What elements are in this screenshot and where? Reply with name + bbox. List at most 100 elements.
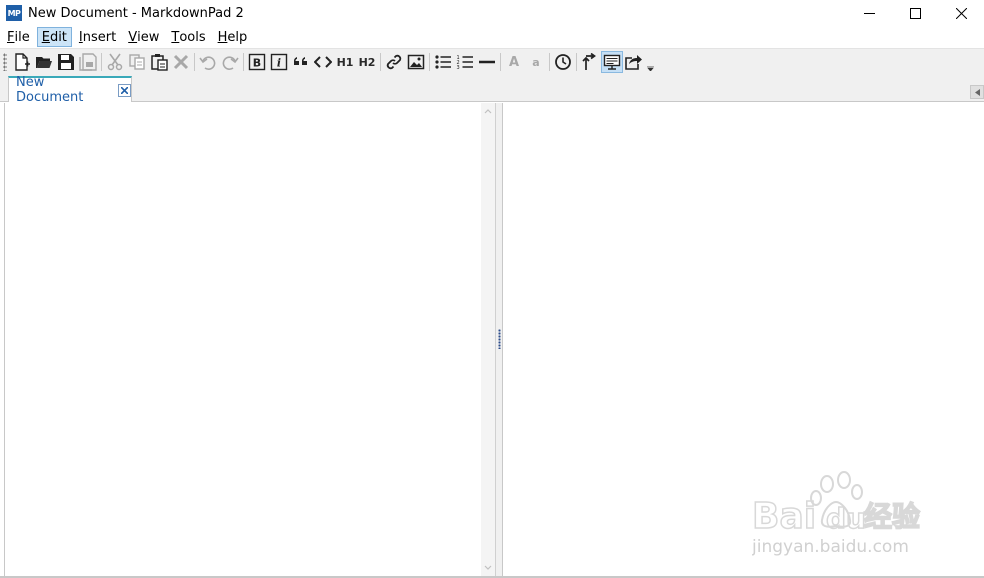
tab-scroll-button[interactable] [970,85,984,99]
heading1-button[interactable]: H1 [334,51,356,73]
menu-file-accelerator: F [7,29,15,45]
editor-scrollbar[interactable] [481,103,495,576]
bullet-list-icon [435,55,451,69]
menu-edit-label: dit [49,29,67,45]
timestamp-button[interactable] [552,51,574,73]
toolbar: B i H1 H2 123 A a [0,48,984,75]
splitter-grip[interactable] [498,329,501,349]
menu-view-accelerator: V [128,29,138,45]
toolbar-separator [576,53,577,71]
numbered-list-icon: 123 [457,55,473,71]
pane-splitter[interactable] [495,103,503,576]
save-all-icon [79,53,97,71]
toolbar-separator [500,53,501,71]
clock-icon [555,54,571,70]
hyperlink-button[interactable] [383,51,405,73]
document-tab-strip: New Document [0,75,984,105]
undo-icon [199,56,216,70]
app-logo-icon[interactable]: MP [6,5,22,21]
live-preview-button[interactable] [601,51,623,73]
copy-button[interactable] [126,51,148,73]
menu-file-label: ile [14,29,30,45]
folder-open-icon [36,57,52,68]
preview-icon [603,54,621,70]
watermark-url: jingyan.baidu.com [752,537,909,557]
delete-button[interactable] [170,51,192,73]
menu-edit-accelerator: E [41,29,50,45]
decrease-font-button[interactable]: a [525,51,547,73]
new-document-icon [15,53,30,71]
heading2-label: H2 [358,55,376,69]
toolbar-separator [243,53,244,71]
menu-tools-label: ools [179,29,206,45]
toolbar-separator [549,53,550,71]
cut-button[interactable] [104,51,126,73]
horizontal-rule-button[interactable] [476,51,498,73]
menu-tools-accelerator: T [171,29,180,45]
window-title: New Document - MarkdownPad 2 [28,5,244,21]
watermark-brand-suffix: du [826,502,866,535]
toolbar-overflow-button[interactable] [645,51,655,73]
menu-help[interactable]: Help [213,27,253,47]
quote-icon [294,57,307,65]
svg-text:3: 3 [457,65,460,71]
toolbar-separator [101,53,102,71]
decrease-font-label: a [532,55,540,69]
close-icon [121,86,129,94]
maximize-button[interactable] [892,0,938,26]
heading2-button[interactable]: H2 [356,51,378,73]
tab-close-button[interactable] [118,83,131,97]
increase-font-button[interactable]: A [503,51,525,73]
svg-text:B: B [253,57,261,70]
watermark-cn: 经验 [864,500,920,533]
bold-button[interactable]: B [246,51,268,73]
copy-icon [129,54,145,70]
tab-new-document[interactable]: New Document [8,75,132,105]
menu-view[interactable]: View [123,27,164,47]
toolbar-separator [429,53,430,71]
menu-tools[interactable]: Tools [166,27,210,47]
scroll-down-icon[interactable] [484,564,492,572]
image-button[interactable] [405,51,427,73]
code-brackets-icon [314,56,332,68]
new-document-button[interactable] [11,51,33,73]
bold-icon: B [248,53,266,71]
maximize-icon [909,7,921,19]
save-all-button[interactable] [77,51,99,73]
close-window-button[interactable] [938,0,984,26]
menu-insert[interactable]: Insert [74,27,121,47]
watermark-brand: Bai [752,496,816,537]
toolbar-grip[interactable] [3,53,7,71]
paste-button[interactable] [148,51,170,73]
scissors-icon [107,53,123,71]
tab-label: New Document [16,75,84,105]
minimize-button[interactable] [846,0,892,26]
image-icon [407,54,425,70]
unordered-list-button[interactable] [432,51,454,73]
heading1-label: H1 [336,55,354,69]
menu-help-label: elp [227,29,248,45]
scroll-up-icon[interactable] [484,107,492,115]
increase-font-label: A [508,54,520,70]
markdown-editor[interactable] [4,103,481,576]
italic-icon: i [270,53,288,71]
redo-button[interactable] [219,51,241,73]
italic-button[interactable]: i [268,51,290,73]
export-button[interactable] [623,51,645,73]
menu-file[interactable]: File [2,27,35,47]
chevron-left-icon [974,88,980,96]
menu-bar: File Edit Insert View Tools Help [0,26,984,48]
save-button[interactable] [55,51,77,73]
sync-scroll-button[interactable] [579,51,601,73]
toolbar-separator [194,53,195,71]
menu-edit[interactable]: Edit [36,27,72,47]
export-icon [625,55,642,70]
ordered-list-button[interactable]: 123 [454,51,476,73]
code-button[interactable] [312,51,334,73]
window-controls [846,0,984,26]
minimize-icon [863,12,875,14]
undo-button[interactable] [197,51,219,73]
close-icon [955,7,967,19]
open-button[interactable] [33,51,55,73]
quote-button[interactable] [290,51,312,73]
